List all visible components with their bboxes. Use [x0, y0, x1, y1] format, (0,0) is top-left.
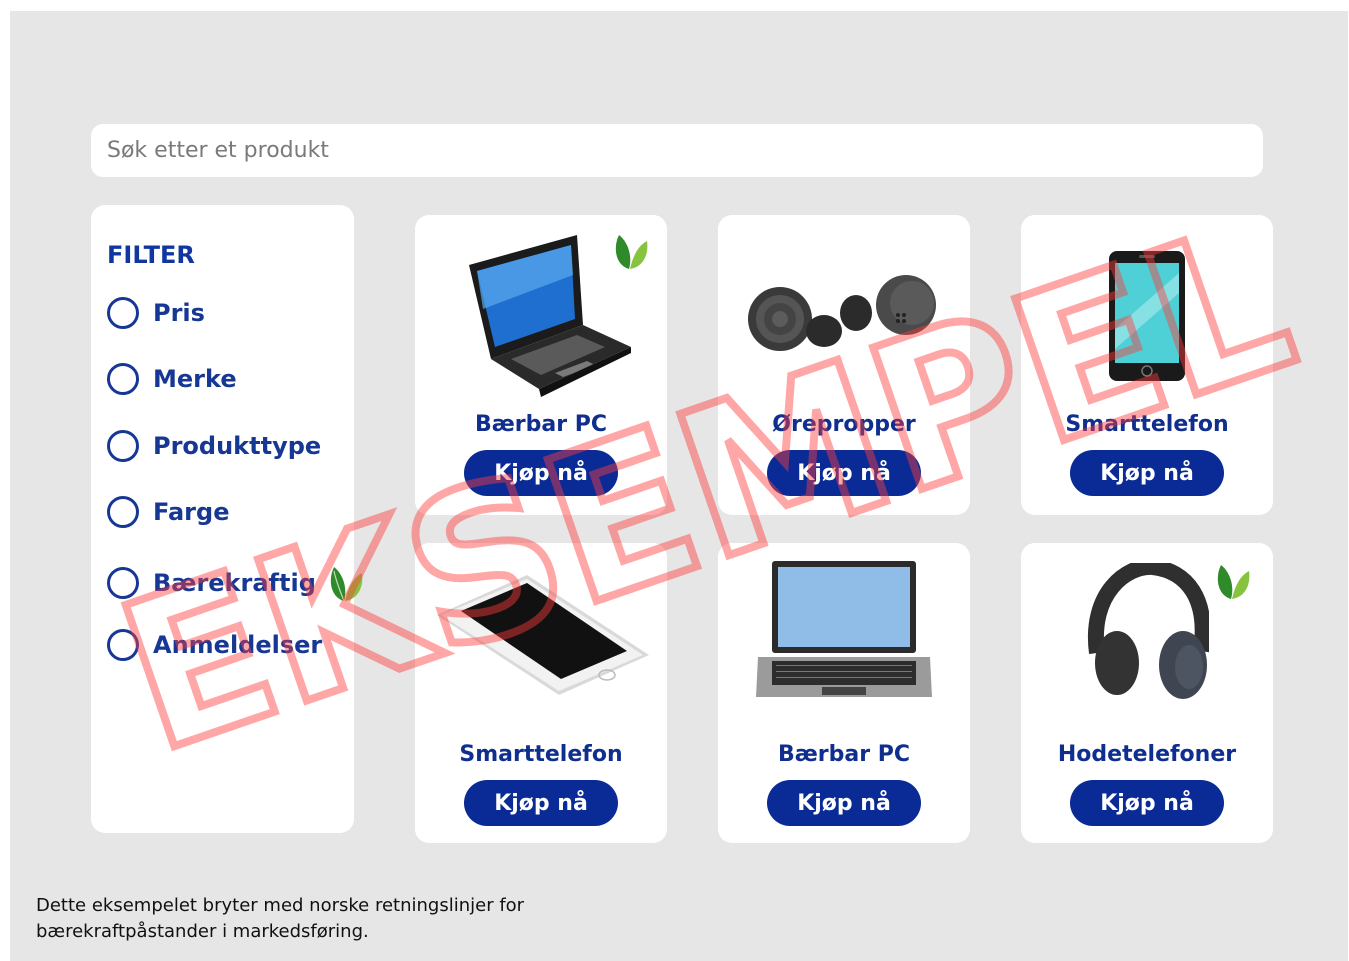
- product-card-laptop[interactable]: Bærbar PC Kjøp nå: [415, 215, 667, 515]
- search-input[interactable]: [107, 138, 1263, 163]
- filter-label: Anmeldelser: [153, 631, 323, 659]
- filter-option-reviews[interactable]: Anmeldelser: [107, 629, 322, 661]
- buy-button[interactable]: Kjøp nå: [1070, 780, 1224, 826]
- radio-button[interactable]: [107, 567, 139, 599]
- laptop-icon: [469, 235, 631, 397]
- radio-button[interactable]: [107, 496, 139, 528]
- disclaimer-text: Dette eksempelet bryter med norske retni…: [36, 893, 556, 945]
- filter-title: FILTER: [107, 241, 195, 269]
- laptop-icon: [756, 561, 932, 697]
- product-name: Bærbar PC: [777, 742, 911, 767]
- filter-label: Merke: [153, 365, 237, 393]
- product-card-headphones[interactable]: Hodetelefoner Kjøp nå: [1021, 543, 1273, 843]
- leaf-icon: [1217, 565, 1250, 599]
- product-card-smartphone[interactable]: Smarttelefon Kjøp nå: [415, 543, 667, 843]
- buy-button[interactable]: Kjøp nå: [767, 780, 921, 826]
- filter-option-product-type[interactable]: Produkttype: [107, 430, 321, 462]
- leaf-icon: [615, 235, 648, 269]
- filter-option-color[interactable]: Farge: [107, 496, 229, 528]
- filter-option-price[interactable]: Pris: [107, 297, 205, 329]
- product-name: Ørepropper: [772, 412, 916, 437]
- filter-option-sustainable[interactable]: Bærekraftig: [107, 563, 364, 603]
- product-name: Bærbar PC: [474, 412, 608, 437]
- headphones-icon: [1087, 563, 1209, 699]
- radio-button[interactable]: [107, 430, 139, 462]
- product-name: Smarttelefon: [459, 742, 623, 767]
- buy-button[interactable]: Kjøp nå: [464, 780, 618, 826]
- product-card-smartphone[interactable]: Smarttelefon Kjøp nå: [1021, 215, 1273, 515]
- disclaimer-line: bærekraftpåstander i markedsføring.: [36, 921, 369, 942]
- product-name: Hodetelefoner: [1057, 742, 1237, 767]
- buy-button[interactable]: Kjøp nå: [1070, 450, 1224, 496]
- filter-label: Farge: [153, 498, 230, 526]
- filter-label: Bærekraftig: [153, 569, 316, 597]
- leaf-icon: [330, 567, 363, 602]
- filter-label: Pris: [153, 299, 205, 327]
- search-bar[interactable]: [91, 124, 1263, 177]
- smartphone-icon: [437, 575, 649, 695]
- filter-label: Produkttype: [153, 432, 322, 460]
- product-name: Smarttelefon: [1065, 412, 1229, 437]
- buy-button[interactable]: Kjøp nå: [767, 450, 921, 496]
- product-card-earbuds[interactable]: Ørepropper Kjøp nå: [718, 215, 970, 515]
- disclaimer-line: Dette eksempelet bryter med norske retni…: [36, 895, 525, 916]
- filter-panel: FILTER Pris Merke Produkttype Farge Bære…: [91, 205, 363, 833]
- filter-option-brand[interactable]: Merke: [107, 363, 237, 395]
- earbuds-icon: [748, 275, 936, 351]
- smartphone-icon: [1109, 251, 1185, 381]
- product-card-laptop[interactable]: Bærbar PC Kjøp nå: [718, 543, 970, 843]
- buy-button[interactable]: Kjøp nå: [464, 450, 618, 496]
- radio-button[interactable]: [107, 629, 139, 661]
- radio-button[interactable]: [107, 363, 139, 395]
- radio-button[interactable]: [107, 297, 139, 329]
